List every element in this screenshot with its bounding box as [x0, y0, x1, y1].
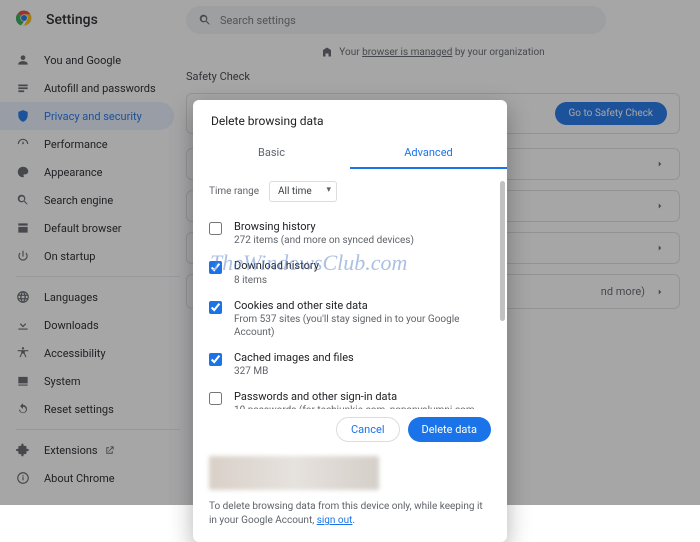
- dialog-footer-text: To delete browsing data from this device…: [193, 500, 507, 542]
- dialog-title: Delete browsing data: [193, 100, 507, 138]
- cancel-button[interactable]: Cancel: [336, 417, 399, 442]
- time-range-select[interactable]: All time: [269, 181, 337, 202]
- tab-basic[interactable]: Basic: [193, 138, 350, 169]
- checkbox-browsing-history[interactable]: [209, 222, 222, 235]
- sign-out-link[interactable]: sign out: [317, 515, 353, 526]
- checkbox-row-passwords[interactable]: Passwords and other sign-in data10 passw…: [209, 384, 491, 409]
- checkbox-row-download-history[interactable]: Download history8 items: [209, 253, 491, 292]
- delete-browsing-data-dialog: Delete browsing data Basic Advanced Time…: [193, 100, 507, 542]
- checkbox-row-cache[interactable]: Cached images and files327 MB: [209, 345, 491, 384]
- checkbox-passwords[interactable]: [209, 392, 222, 405]
- delete-data-button[interactable]: Delete data: [408, 417, 492, 442]
- checkbox-row-browsing-history[interactable]: Browsing history272 items (and more on s…: [209, 214, 491, 253]
- scrollbar-thumb[interactable]: [500, 181, 505, 321]
- modal-scrim: Delete browsing data Basic Advanced Time…: [0, 0, 700, 505]
- checkbox-row-cookies[interactable]: Cookies and other site dataFrom 537 site…: [209, 293, 491, 345]
- time-range-label: Time range: [209, 186, 259, 197]
- checkbox-cache[interactable]: [209, 353, 222, 366]
- blurred-account-info: [209, 456, 379, 490]
- checkbox-download-history[interactable]: [209, 261, 222, 274]
- checkbox-cookies[interactable]: [209, 301, 222, 314]
- tab-advanced[interactable]: Advanced: [350, 138, 507, 169]
